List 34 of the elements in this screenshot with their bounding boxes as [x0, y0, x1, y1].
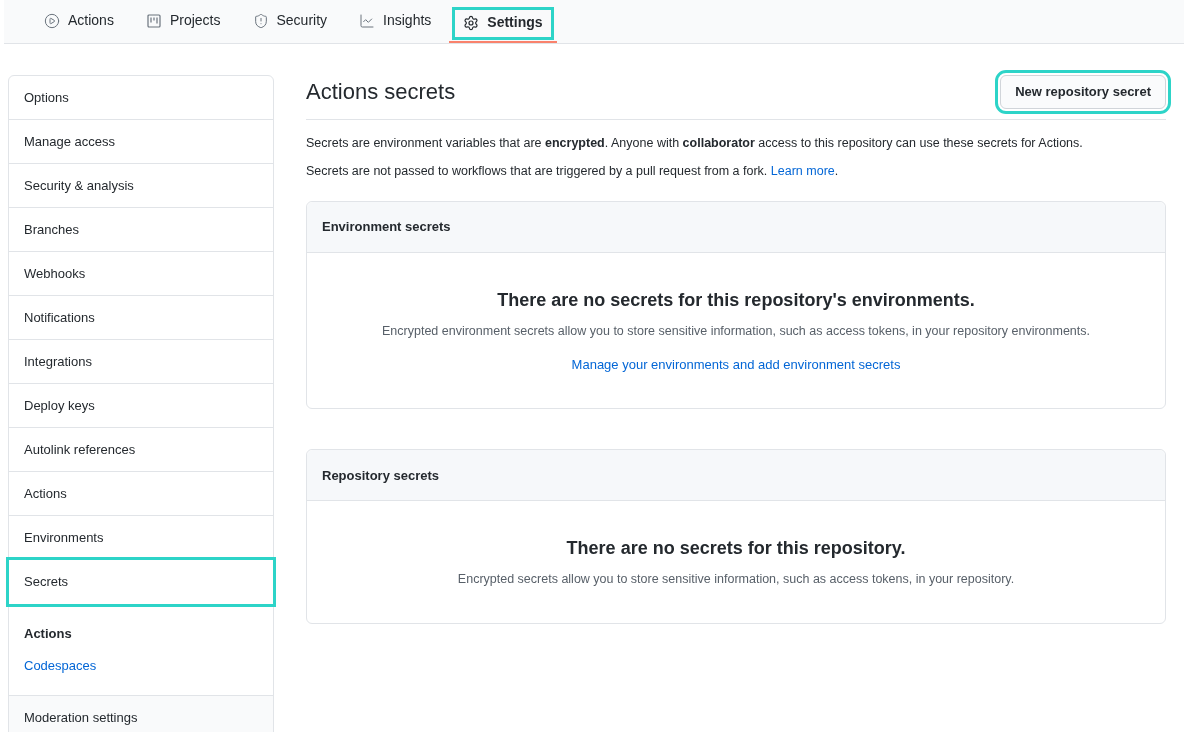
empty-description: Encrypted environment secrets allow you to store sensitive information, such as access tokens, in your repository environments. — [382, 323, 1090, 340]
shield-icon — [252, 12, 269, 29]
sidebar-item[interactable]: Security & analysis — [9, 164, 273, 208]
sidebar-item[interactable]: Moderation settings — [9, 696, 273, 732]
settings-icon — [463, 14, 480, 31]
sidebar-group-title: Actions — [24, 625, 73, 643]
board-icon — [145, 12, 162, 29]
learn-more-link[interactable]: Learn more — [770, 164, 835, 179]
sidebar-item[interactable]: Manage access — [9, 120, 273, 164]
repo-tab[interactable]: Settings — [449, 4, 557, 43]
graph-icon — [359, 12, 376, 29]
repo-tab[interactable]: Projects — [131, 0, 235, 43]
repo-tab[interactable]: Insights — [345, 0, 446, 43]
panel-title: Environment secrets — [322, 218, 451, 237]
sidebar-link[interactable]: Codespaces — [24, 655, 258, 675]
sidebar-item[interactable]: Autolink references — [9, 428, 273, 472]
empty-heading: There are no secrets for this repository. — [566, 537, 906, 561]
sidebar-item[interactable]: Deploy keys — [9, 384, 273, 428]
sidebar-item[interactable]: Integrations — [9, 340, 273, 384]
empty-description: Encrypted secrets allow you to store sensitive information, such as access tokens, in your repository. — [457, 571, 1015, 589]
repo-tab[interactable]: Security — [238, 0, 342, 43]
page-title: Actions secrets — [306, 78, 456, 107]
panel-title: Repository secrets — [322, 466, 440, 485]
intro-text: Secrets are environment variables that are encrypted. Anyone with collaborator access to this repository can use these secrets for Actions. — [306, 134, 1084, 152]
repo-tab[interactable]: Actions — [30, 0, 128, 43]
sidebar-item[interactable]: Branches — [9, 208, 273, 252]
sidebar-item[interactable]: Options — [9, 76, 273, 120]
play-icon — [44, 12, 60, 29]
empty-heading: There are no secrets for this repository's environments. — [497, 289, 975, 312]
fork-note: Secrets are not passed to workflows that are triggered by a pull request from a fork. Learn more. — [306, 163, 840, 181]
manage-environments-link[interactable]: Manage your environments and add environment secrets — [571, 354, 901, 375]
sidebar-item[interactable]: Actions — [9, 472, 273, 516]
sidebar-item[interactable]: Webhooks — [9, 252, 273, 296]
sidebar-item[interactable]: Notifications — [9, 296, 273, 340]
